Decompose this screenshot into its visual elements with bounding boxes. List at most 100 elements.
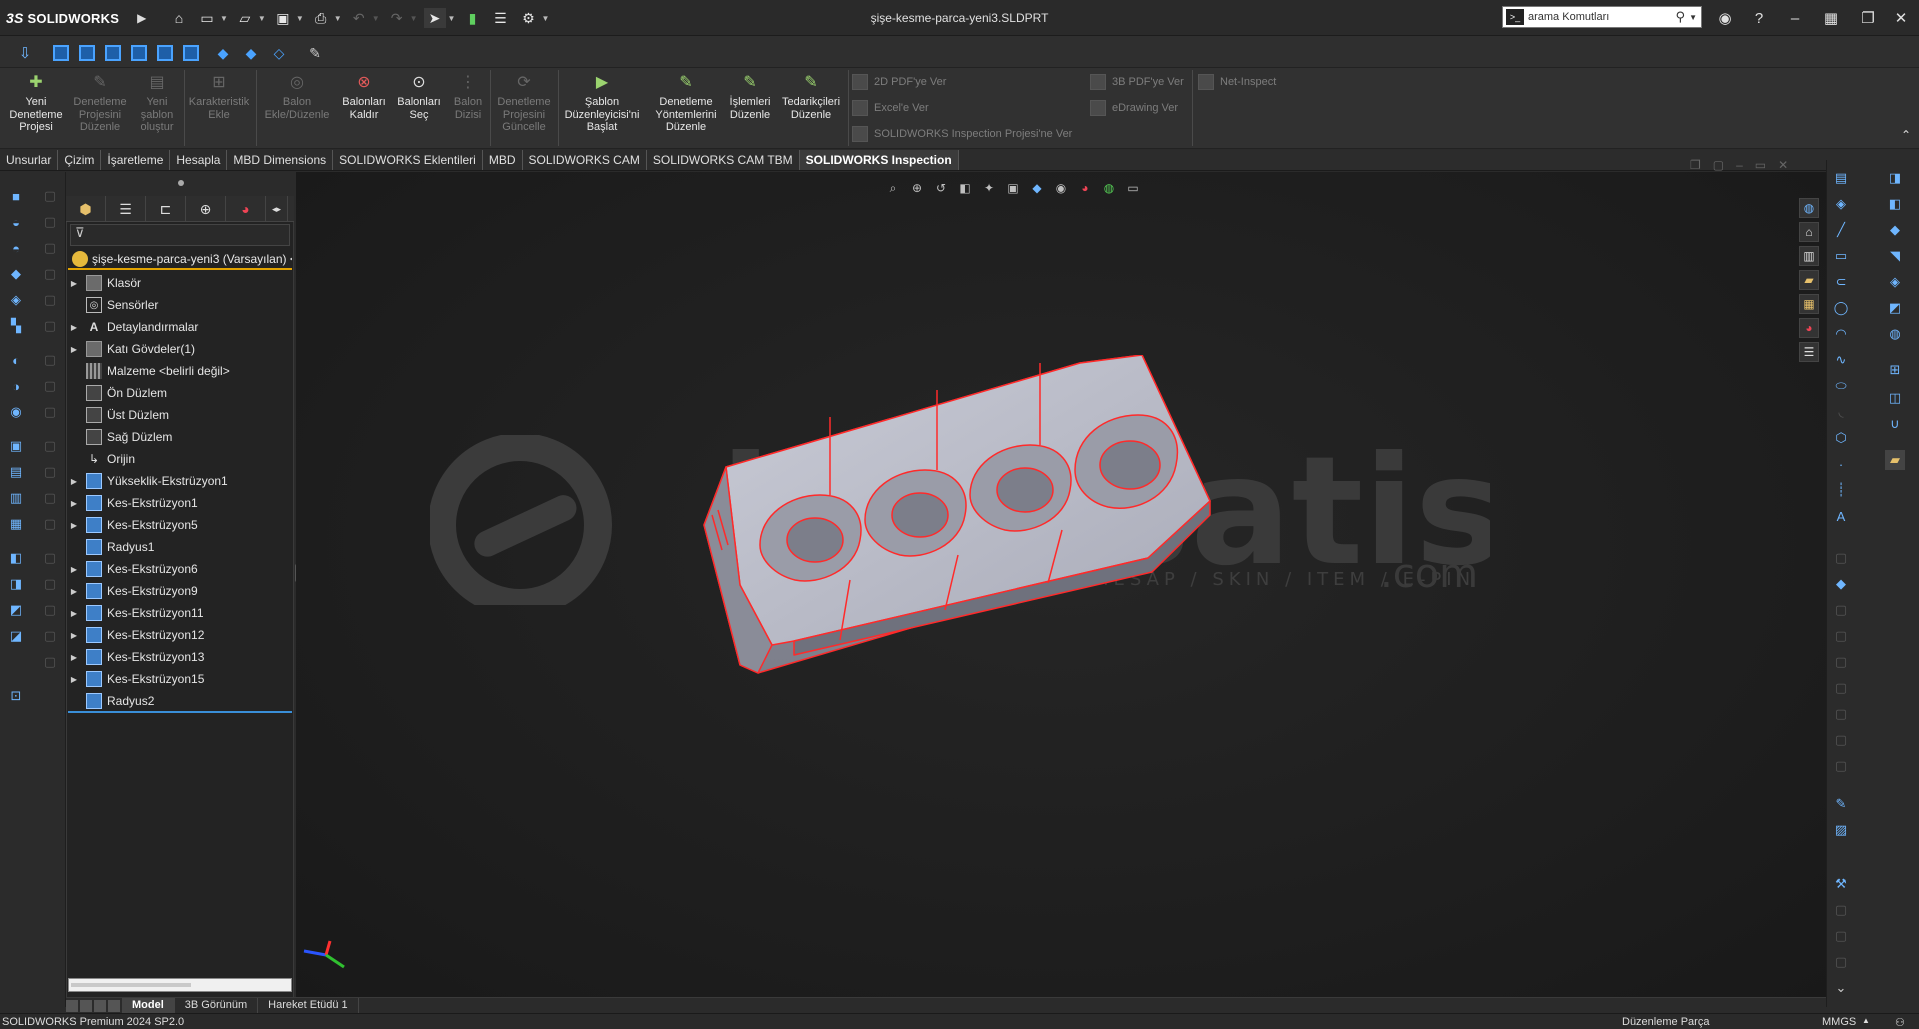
part-model[interactable] bbox=[690, 355, 1230, 685]
disabled-tool-icon[interactable]: ▢ bbox=[40, 316, 60, 336]
search-icon[interactable]: ⚲ bbox=[1676, 9, 1690, 25]
tab-evaluate[interactable]: Hesapla bbox=[170, 150, 228, 170]
trimetric-view-icon[interactable]: ◆ bbox=[240, 42, 262, 64]
disabled-tool-icon[interactable]: ▢ bbox=[40, 652, 60, 672]
edit-operations-button[interactable]: ✎ İşlemleri Düzenle bbox=[722, 72, 778, 121]
viewport-minimize-icon[interactable]: – bbox=[1736, 158, 1743, 172]
convert-entities-icon[interactable]: ◆ bbox=[1831, 574, 1851, 594]
move-copy-icon[interactable]: ⊞ bbox=[1885, 360, 1905, 380]
edit-appearance-icon[interactable]: ◕ bbox=[1076, 179, 1094, 197]
front-view-icon[interactable] bbox=[50, 42, 72, 64]
disabled-tool-icon[interactable]: ▢ bbox=[40, 488, 60, 508]
tab-motion-study[interactable]: Hareket Etüdü 1 bbox=[258, 998, 359, 1013]
balloon-pattern-button[interactable]: ⋮ Balon Dizisi bbox=[446, 72, 490, 121]
disabled-tool-icon[interactable]: ▢ bbox=[40, 238, 60, 258]
expand-arrow-icon[interactable]: ▶ bbox=[68, 521, 80, 530]
tab-cam[interactable]: SOLIDWORKS CAM bbox=[523, 150, 647, 170]
disabled-tool-icon[interactable]: ▢ bbox=[40, 514, 60, 534]
feature-tree-filter[interactable]: ⊽ bbox=[70, 224, 290, 246]
surface-icon[interactable]: ◆ bbox=[1885, 220, 1905, 240]
tab-cam-tbm[interactable]: SOLIDWORKS CAM TBM bbox=[647, 150, 800, 170]
extruded-boss-icon[interactable]: ■ bbox=[6, 186, 26, 206]
display-style-icon[interactable]: ◆ bbox=[1028, 179, 1046, 197]
expand-arrow-icon[interactable]: ▶ bbox=[68, 499, 80, 508]
solidworks-resources-icon[interactable]: ◍ bbox=[1799, 198, 1819, 218]
rectangle-icon[interactable]: ▭ bbox=[1831, 246, 1851, 266]
user-account-icon[interactable]: ◉ bbox=[1712, 8, 1738, 28]
disabled-tool-icon[interactable]: ▢ bbox=[1831, 756, 1851, 776]
configuration-manager-tab-icon[interactable]: ⊏ bbox=[146, 196, 186, 222]
rib-icon[interactable]: ▤ bbox=[6, 462, 26, 482]
previous-view-icon[interactable]: ↺ bbox=[932, 179, 950, 197]
smart-dimension-icon[interactable]: ✎ bbox=[304, 42, 326, 64]
wrap-icon[interactable]: ▦ bbox=[6, 514, 26, 534]
expand-toolbar-icon[interactable]: ⌄ bbox=[1831, 978, 1851, 998]
viewport-tile-icon[interactable]: ▢ bbox=[1713, 158, 1724, 172]
mirror-icon[interactable]: ◧ bbox=[6, 548, 26, 568]
feature-tree-item[interactable]: Malzeme <belirli değil> bbox=[68, 360, 230, 382]
tab-mbd[interactable]: MBD bbox=[483, 150, 523, 170]
new-inspection-project-button[interactable]: ✚ Yeni Denetleme Projesi bbox=[6, 72, 66, 134]
feature-tree-scrollbar[interactable] bbox=[68, 978, 292, 992]
feature-tree-item[interactable]: ▶ Kes-Ekstrüzyon11 bbox=[68, 602, 204, 624]
disabled-tool-icon[interactable]: ▢ bbox=[1831, 900, 1851, 920]
smart-dimension-icon[interactable]: ◈ bbox=[1831, 194, 1851, 214]
expand-arrow-icon[interactable]: ▶ bbox=[68, 477, 80, 486]
polygon-icon[interactable]: ⬡ bbox=[1831, 428, 1851, 448]
feature-tree-root[interactable]: şişe-kesme-parca-yeni3 (Varsayılan) <<Va… bbox=[68, 250, 292, 270]
file-explorer-icon[interactable]: ▰ bbox=[1799, 270, 1819, 290]
feature-tree-item[interactable]: ▶ Kes-Ekstrüzyon15 bbox=[68, 668, 204, 690]
rapid-sketch-icon[interactable]: ✎ bbox=[1831, 794, 1851, 814]
help-icon[interactable]: ? bbox=[1746, 8, 1772, 28]
disabled-tool-icon[interactable]: ▢ bbox=[1831, 730, 1851, 750]
chevron-down-icon[interactable]: ▼ bbox=[1689, 13, 1701, 22]
fillet-sketch-icon[interactable]: ◟ bbox=[1831, 402, 1851, 422]
disabled-tool-icon[interactable]: ▢ bbox=[40, 600, 60, 620]
draft-icon[interactable]: ▥ bbox=[6, 488, 26, 508]
panel-grip-icon[interactable] bbox=[178, 180, 184, 186]
feature-tree-item[interactable]: Sağ Düzlem bbox=[68, 426, 172, 448]
disabled-tool-icon[interactable]: ▢ bbox=[40, 264, 60, 284]
ellipse-icon[interactable]: ⬭ bbox=[1831, 376, 1851, 396]
close-icon[interactable]: ✕ bbox=[1888, 8, 1914, 28]
spline-icon[interactable]: ∿ bbox=[1831, 350, 1851, 370]
feature-tree-item[interactable]: ▶ Kes-Ekstrüzyon6 bbox=[68, 558, 198, 580]
bottom-view-icon[interactable] bbox=[180, 42, 202, 64]
viewport-restore-icon[interactable]: ❐ bbox=[1690, 158, 1701, 172]
flex-icon[interactable]: ∪ bbox=[1885, 414, 1905, 434]
first-tab-icon[interactable] bbox=[66, 999, 78, 1012]
export-3d-pdf-button[interactable]: 3B PDF'ye Ver bbox=[1090, 74, 1184, 90]
feature-tree-item[interactable]: ▶ Kes-Ekstrüzyon12 bbox=[68, 624, 204, 646]
disabled-tool-icon[interactable]: ▢ bbox=[40, 462, 60, 482]
hole-wizard-icon[interactable]: ◉ bbox=[6, 402, 26, 422]
centerline-icon[interactable]: ┊ bbox=[1831, 480, 1851, 500]
edit-vendors-button[interactable]: ✎ Tedarikçileri Düzenle bbox=[778, 72, 844, 121]
feature-tree-item[interactable]: ▶ Kes-Ekstrüzyon9 bbox=[68, 580, 198, 602]
disabled-tool-icon[interactable]: ▢ bbox=[1831, 652, 1851, 672]
units-chevron-icon[interactable]: ▲ bbox=[1862, 1016, 1870, 1025]
lofted-boss-icon[interactable]: ◆ bbox=[6, 264, 26, 284]
tab-model[interactable]: Model bbox=[122, 998, 175, 1013]
appearance-icon[interactable]: ◍ bbox=[1885, 324, 1905, 344]
edit-inspection-project-button[interactable]: ✎ Denetleme Projesini Düzenle bbox=[68, 72, 132, 134]
display-manager-tab-icon[interactable]: ◕ bbox=[226, 196, 266, 222]
zoom-to-fit-icon[interactable]: ⌕ bbox=[884, 179, 902, 197]
line-icon[interactable]: ╱ bbox=[1831, 220, 1851, 240]
dimetric-view-icon[interactable]: ◇ bbox=[268, 42, 290, 64]
tile-windows-icon[interactable]: ▦ bbox=[1818, 8, 1844, 28]
tab-features[interactable]: Unsurlar bbox=[0, 150, 59, 170]
expand-arrow-icon[interactable]: ▶ bbox=[68, 565, 80, 574]
curves-icon[interactable]: ◧ bbox=[1885, 194, 1905, 214]
view-settings-icon[interactable]: ▭ bbox=[1124, 179, 1142, 197]
disabled-tool-icon[interactable]: ▢ bbox=[1831, 952, 1851, 972]
tab-addins[interactable]: SOLIDWORKS Eklentileri bbox=[333, 150, 483, 170]
feature-tree-item[interactable]: Üst Düzlem bbox=[68, 404, 169, 426]
instant3d-icon[interactable]: ⊡ bbox=[6, 686, 26, 706]
collapse-ribbon-icon[interactable]: ⌃ bbox=[1901, 128, 1911, 142]
measure-icon[interactable]: ▰ bbox=[1885, 450, 1905, 470]
home-icon[interactable]: ⌂ bbox=[1799, 222, 1819, 242]
expand-arrow-icon[interactable]: ▶ bbox=[68, 675, 80, 684]
feature-tree-item[interactable]: ▶ Katı Gövdeler(1) bbox=[68, 338, 195, 360]
weldments-icon[interactable]: ◈ bbox=[1885, 272, 1905, 292]
expand-arrow-icon[interactable]: ▶ bbox=[68, 279, 80, 288]
